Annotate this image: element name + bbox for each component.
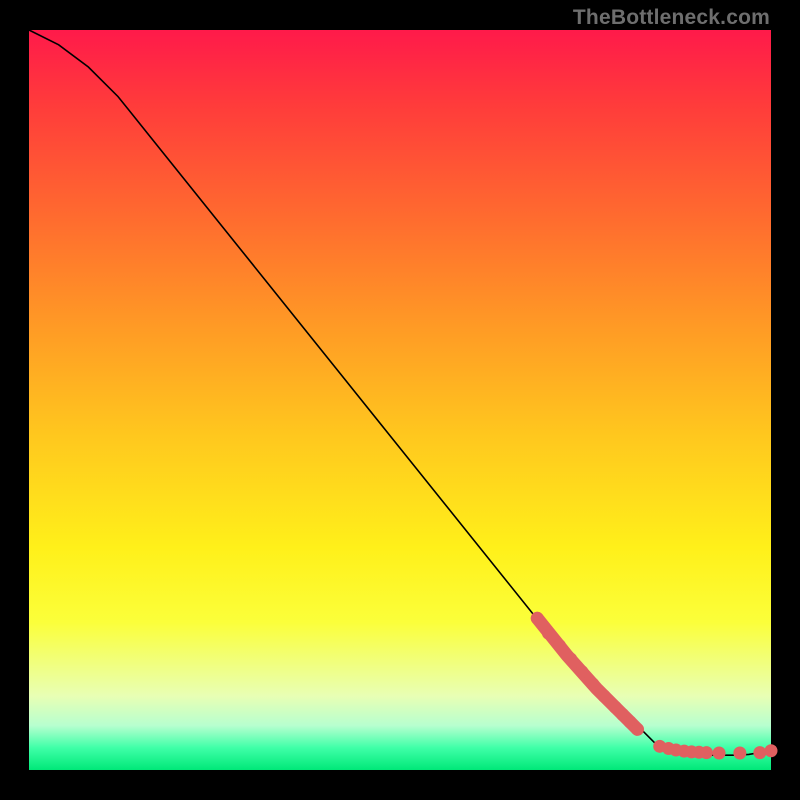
curve-line [29,30,771,755]
highlight-dot [575,665,588,678]
highlight-dot [598,690,611,703]
highlight-dot [531,612,544,625]
watermark-text: TheBottleneck.com [573,6,770,30]
highlight-dot [700,746,713,759]
highlight-dot [542,627,555,640]
highlight-dots-group [531,612,778,760]
highlight-dot [553,639,566,652]
highlight-dot [586,678,599,691]
highlight-dot [733,746,746,759]
highlight-dot [564,653,577,666]
chart-overlay [29,30,771,770]
highlight-dot [631,723,644,736]
highlight-dot [713,746,726,759]
highlight-dot [753,746,766,759]
highlight-dot [765,744,778,757]
